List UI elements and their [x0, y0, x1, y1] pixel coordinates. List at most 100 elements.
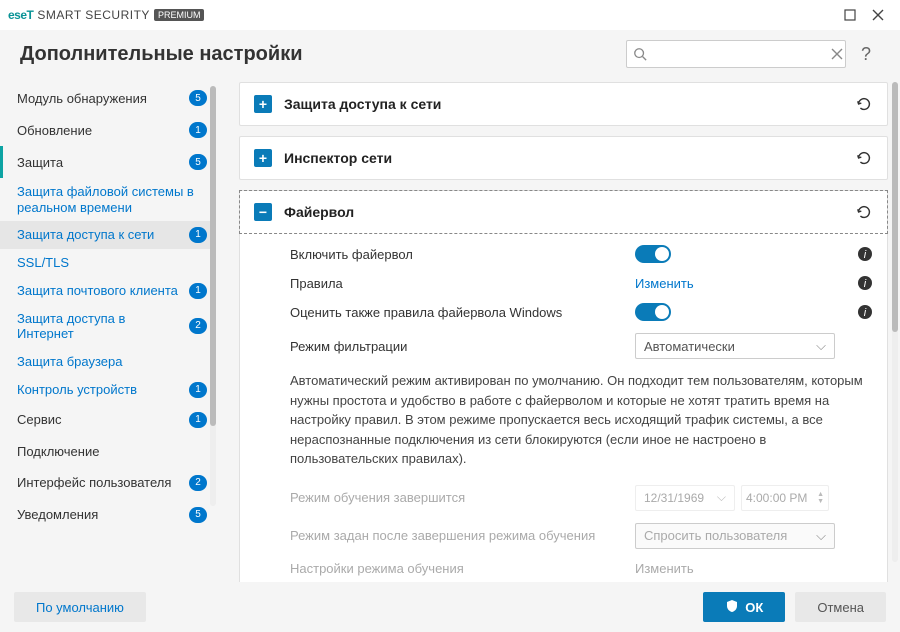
help-button[interactable]: ? — [852, 40, 880, 68]
search-icon — [633, 47, 647, 61]
sidebar-item[interactable]: SSL/TLS — [0, 249, 215, 277]
collapse-icon — [254, 203, 272, 221]
setting-rules: Правила Изменить i — [290, 269, 873, 297]
count-badge: 1 — [189, 382, 207, 398]
main-area: Модуль обнаружения5Обновление1Защита5Защ… — [0, 82, 900, 582]
revert-button[interactable] — [855, 203, 873, 221]
setting-label: Режим обучения завершится — [290, 490, 623, 505]
dropdown-value: Автоматически — [644, 339, 735, 354]
titlebar: eseT SMART SECURITY PREMIUM — [0, 0, 900, 30]
setting-after-learning-mode: Режим задан после завершения режима обуч… — [290, 517, 873, 555]
expand-icon — [254, 95, 272, 113]
maximize-button[interactable] — [836, 1, 864, 29]
sidebar-item[interactable]: Модуль обнаружения 5 — [0, 82, 215, 114]
sidebar-item-label: Модуль обнаружения — [17, 91, 183, 106]
button-label: По умолчанию — [36, 600, 124, 615]
revert-button[interactable] — [855, 95, 873, 113]
search-input[interactable] — [651, 47, 827, 62]
brand: eseT SMART SECURITY PREMIUM — [8, 8, 204, 22]
panel-firewall: Файервол Включить файервол i Правила Изм… — [239, 190, 888, 582]
panel-body: Включить файервол i Правила Изменить i О… — [240, 233, 887, 582]
content-pane: Защита доступа к сети Инспектор сети Фай… — [215, 82, 900, 582]
sidebar-item-label: Защита файловой системы в реальном време… — [17, 184, 207, 215]
count-badge: 5 — [189, 90, 207, 106]
ok-button[interactable]: ОК — [703, 592, 785, 622]
sidebar-item[interactable]: Контроль устройств 1 — [0, 376, 215, 404]
time-value: 4:00:00 PM — [746, 491, 807, 505]
setting-label: Оценить также правила файервола Windows — [290, 305, 623, 320]
filter-mode-dropdown[interactable]: Автоматически ⌵ — [635, 333, 835, 359]
panel-header[interactable]: Файервол — [239, 190, 888, 234]
shield-icon — [725, 599, 739, 616]
count-badge: 5 — [189, 507, 207, 523]
sidebar-item-label: Защита почтового клиента — [17, 283, 183, 299]
clear-search-icon[interactable] — [831, 48, 843, 60]
edition-badge: PREMIUM — [154, 9, 205, 21]
sidebar-item[interactable]: Защита 5 — [0, 146, 215, 178]
sidebar-item[interactable]: Защита почтового клиента1 — [0, 277, 215, 305]
chevron-down-icon: ⌵ — [816, 338, 826, 354]
edit-link[interactable]: Изменить — [635, 276, 694, 291]
chevron-down-icon: ⌵ — [816, 528, 826, 544]
date-picker: 12/31/1969 ⌵ — [635, 485, 735, 511]
setting-label: Режим задан после завершения режима обуч… — [290, 528, 623, 543]
sidebar-item-label: Контроль устройств — [17, 382, 183, 398]
close-icon — [872, 9, 884, 21]
toggle-switch[interactable] — [635, 245, 671, 263]
panel-header[interactable]: Инспектор сети — [240, 137, 887, 179]
chevron-down-icon: ⌵ — [717, 490, 726, 505]
sidebar-item-label: Защита — [17, 155, 183, 170]
setting-label: Включить файервол — [290, 247, 623, 262]
count-badge: 1 — [189, 122, 207, 138]
sidebar-item-label: Защита доступа в Интернет — [17, 311, 183, 342]
sidebar-item-label: SSL/TLS — [17, 255, 207, 271]
sidebar-item[interactable]: Защита файловой системы в реальном време… — [0, 178, 215, 221]
after-learning-dropdown: Спросить пользователя ⌵ — [635, 523, 835, 549]
default-button[interactable]: По умолчанию — [14, 592, 146, 622]
sidebar-item-label: Интерфейс пользователя — [17, 475, 183, 490]
cancel-button[interactable]: Отмена — [795, 592, 886, 622]
eset-logo: eseT — [8, 8, 33, 22]
expand-icon — [254, 149, 272, 167]
count-badge: 2 — [189, 475, 207, 491]
sidebar-item[interactable]: Защита доступа в Интернет 2 — [0, 305, 215, 348]
panel-network-access: Защита доступа к сети — [239, 82, 888, 126]
panel-title: Инспектор сети — [284, 150, 843, 166]
page-header: Дополнительные настройки ? — [0, 30, 900, 82]
toggle-switch[interactable] — [635, 303, 671, 321]
sidebar-item-label: Подключение — [17, 444, 207, 459]
panel-header[interactable]: Защита доступа к сети — [240, 83, 887, 125]
time-picker: 4:00:00 PM ▲▼ — [741, 485, 829, 511]
sidebar-item[interactable]: Подключение — [0, 436, 215, 467]
info-icon[interactable]: i — [857, 304, 873, 320]
sidebar: Модуль обнаружения5Обновление1Защита5Защ… — [0, 82, 215, 582]
content-scrollbar[interactable] — [892, 82, 898, 562]
info-icon[interactable]: i — [857, 275, 873, 291]
setting-enable-firewall: Включить файервол i — [290, 239, 873, 269]
sidebar-item[interactable]: Уведомления5 — [0, 499, 215, 531]
sidebar-item[interactable]: Обновление1 — [0, 114, 215, 146]
sidebar-item[interactable]: Защита браузера — [0, 348, 215, 376]
close-button[interactable] — [864, 1, 892, 29]
setting-label: Правила — [290, 276, 623, 291]
sidebar-item[interactable]: Интерфейс пользователя 2 — [0, 467, 215, 499]
setting-learning-ends: Режим обучения завершится 12/31/1969 ⌵ 4… — [290, 479, 873, 517]
count-badge: 2 — [189, 318, 207, 334]
search-box[interactable] — [626, 40, 846, 68]
sidebar-item[interactable]: Защита доступа к сети1 — [0, 221, 215, 249]
footer: По умолчанию ОК Отмена — [0, 582, 900, 632]
setting-label: Режим фильтрации — [290, 339, 623, 354]
panel-title: Защита доступа к сети — [284, 96, 843, 112]
panel-network-inspector: Инспектор сети — [239, 136, 888, 180]
dropdown-value: Спросить пользователя — [644, 528, 787, 543]
button-label: ОК — [745, 600, 763, 615]
setting-learning-settings: Настройки режима обучения Изменить — [290, 555, 873, 583]
info-icon[interactable]: i — [857, 246, 873, 262]
setting-eval-windows-rules: Оценить также правила файервола Windows … — [290, 297, 873, 327]
sidebar-item-label: Защита доступа к сети — [17, 227, 183, 243]
count-badge: 5 — [189, 154, 207, 170]
revert-button[interactable] — [855, 149, 873, 167]
sidebar-item[interactable]: Сервис1 — [0, 404, 215, 436]
product-name: SMART SECURITY — [37, 8, 150, 22]
button-label: Отмена — [817, 600, 864, 615]
